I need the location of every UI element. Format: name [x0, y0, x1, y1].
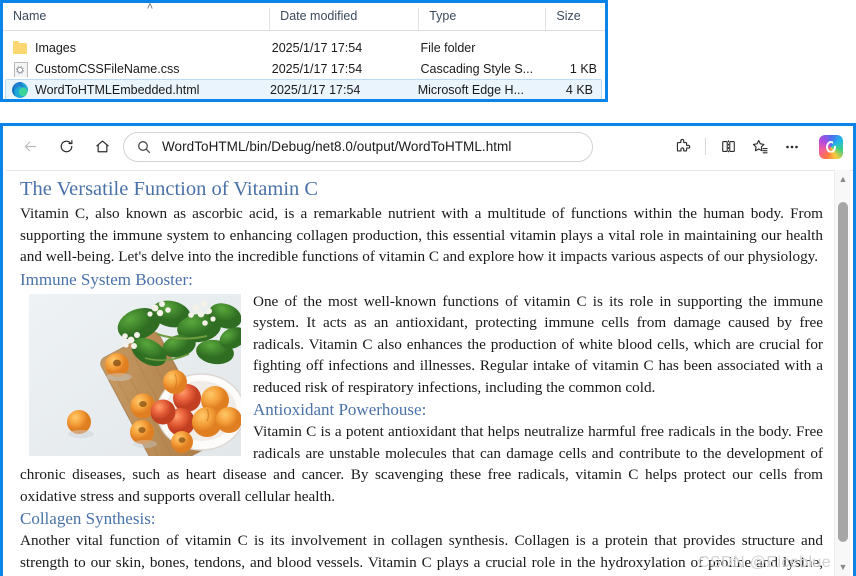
- page-scrollbar[interactable]: ▲ ▼: [834, 170, 850, 576]
- file-row-images[interactable]: Images 2025/1/17 17:54 File folder: [3, 37, 605, 58]
- back-button[interactable]: [15, 132, 45, 162]
- browser-window: WordToHTML/bin/Debug/net8.0/output/WordT…: [0, 123, 856, 576]
- home-button[interactable]: [87, 132, 117, 162]
- column-header-row: ˄ Name Date modified Type Size: [3, 3, 605, 31]
- column-header-date-modified[interactable]: Date modified: [269, 8, 418, 30]
- file-date-cell: 2025/1/17 17:54: [271, 40, 363, 55]
- intro-paragraph: Vitamin C, also known as ascorbic acid, …: [20, 205, 823, 265]
- file-row-customcssfilename-css[interactable]: CustomCSSFileName.css 2025/1/17 17:54 Ca…: [3, 58, 605, 79]
- extensions-button[interactable]: [668, 132, 698, 162]
- file-name-label: CustomCSSFileName.css: [35, 61, 180, 76]
- home-icon: [95, 140, 109, 153]
- puzzle-piece-icon: [676, 138, 691, 152]
- search-icon: [138, 140, 151, 153]
- file-size-cell: 4 KB: [565, 82, 593, 97]
- section-heading-collagen-synthesis: Collagen Synthesis:: [20, 509, 156, 528]
- address-bar[interactable]: WordToHTML/bin/Debug/net8.0/output/WordT…: [123, 131, 593, 162]
- folder-icon: [12, 40, 28, 56]
- page-title: The Versatile Function of Vitamin C: [20, 178, 319, 200]
- toolbar-divider: [705, 138, 706, 155]
- favorites-button[interactable]: [745, 132, 775, 162]
- ellipsis-icon: [786, 145, 798, 148]
- favorites-star-icon: [752, 139, 768, 153]
- split-screen-icon: [721, 140, 735, 153]
- split-screen-button[interactable]: [713, 132, 743, 162]
- settings-and-more-button[interactable]: [777, 132, 807, 162]
- css-file-icon: [12, 61, 28, 77]
- file-type-cell: Cascading Style S...: [420, 61, 534, 76]
- page-viewport: The Versatile Function of Vitamin C Vita…: [6, 170, 853, 576]
- edge-html-file-icon: [12, 81, 28, 98]
- file-date-cell: 2025/1/17 17:54: [271, 61, 363, 76]
- copilot-icon[interactable]: [819, 134, 843, 159]
- file-name-cell: WordToHTMLEmbedded.html: [12, 81, 270, 98]
- toolbar-right-actions: [668, 132, 845, 162]
- file-type-cell: Microsoft Edge H...: [417, 82, 525, 97]
- apricots-photo: [29, 293, 241, 456]
- file-type-cell: File folder: [420, 40, 476, 55]
- address-bar-text: WordToHTML/bin/Debug/net8.0/output/WordT…: [162, 139, 512, 154]
- file-name-label: Images: [35, 40, 76, 55]
- file-size-cell: 1 KB: [569, 61, 598, 76]
- file-explorer-list: ˄ Name Date modified Type Size Images 20…: [3, 3, 605, 99]
- scrollbar-thumb[interactable]: [838, 202, 848, 542]
- file-name-cell: Images: [12, 40, 272, 56]
- scroll-up-arrow-icon[interactable]: ▲: [835, 171, 851, 187]
- file-name-label: WordToHTMLEmbedded.html: [35, 82, 200, 97]
- column-header-name[interactable]: Name: [3, 8, 269, 30]
- refresh-button[interactable]: [51, 132, 81, 162]
- column-header-size[interactable]: Size: [545, 8, 605, 30]
- file-name-cell: CustomCSSFileName.css: [12, 61, 272, 77]
- scroll-down-arrow-icon[interactable]: ▼: [835, 559, 851, 575]
- file-explorer-window: ˄ Name Date modified Type Size Images 20…: [0, 0, 608, 102]
- section-heading-immune-system-booster: Immune System Booster:: [20, 269, 193, 289]
- file-date-cell: 2025/1/17 17:54: [270, 82, 361, 97]
- back-arrow-icon: [24, 141, 36, 152]
- browser-toolbar: WordToHTML/bin/Debug/net8.0/output/WordT…: [3, 126, 853, 167]
- file-row-wordtohtmlembedded-html[interactable]: WordToHTMLEmbedded.html 2025/1/17 17:54 …: [5, 79, 602, 99]
- document-content: The Versatile Function of Vitamin C Vita…: [6, 171, 835, 576]
- section-body-collagen-synthesis: Another vital function of vitamin C is i…: [20, 532, 823, 576]
- apricots-photo-graphic: [29, 293, 241, 456]
- column-header-type[interactable]: Type: [418, 8, 545, 30]
- refresh-icon: [60, 140, 72, 153]
